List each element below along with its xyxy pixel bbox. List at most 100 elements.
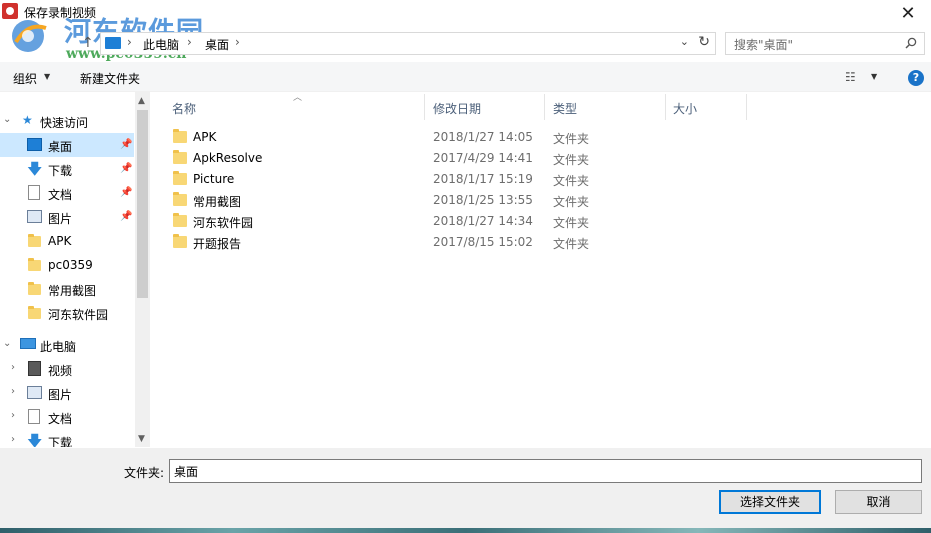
file-row[interactable]: 常用截图 2018/1/25 13:55 文件夹 [169, 190, 929, 211]
file-name: ApkResolve [193, 151, 263, 165]
column-divider[interactable] [544, 94, 545, 120]
column-divider[interactable] [424, 94, 425, 120]
picture-icon [27, 210, 42, 223]
pin-icon[interactable]: 📌 [120, 139, 132, 150]
folder-icon [173, 150, 187, 164]
organize-menu[interactable]: 组织 [13, 70, 37, 87]
expand-chevron-icon[interactable]: › [11, 362, 15, 373]
this-pc-icon [20, 338, 36, 349]
document-icon [28, 185, 40, 200]
cancel-button[interactable]: 取消 [835, 490, 922, 514]
search-icon[interactable] [905, 37, 917, 49]
expand-chevron-icon[interactable]: › [11, 434, 15, 445]
view-caret-icon[interactable]: ▼ [871, 72, 877, 81]
pin-icon[interactable]: 📌 [120, 187, 132, 198]
collapse-chevron-icon[interactable]: ⌄ [3, 338, 11, 349]
view-options-icon[interactable]: ☷ [845, 70, 856, 84]
dialog-footer: 文件夹: 桌面 选择文件夹 取消 [0, 448, 931, 528]
desktop-icon [27, 138, 42, 151]
breadcrumb-separator[interactable]: › [235, 35, 240, 49]
file-modified: 2018/1/27 14:05 [433, 130, 533, 144]
file-row[interactable]: APK 2018/1/27 14:05 文件夹 [169, 127, 929, 148]
file-name: 常用截图 [193, 195, 242, 209]
nav-scrollbar[interactable]: ▲ ▼ [135, 92, 150, 447]
breadcrumb-separator[interactable]: › [127, 35, 132, 49]
nav-item-apk[interactable]: APK [0, 229, 134, 253]
refresh-icon[interactable]: ↻ [698, 34, 710, 50]
nav-this-pc[interactable]: ⌄ 此电脑 [0, 333, 134, 357]
nav-label: 此电脑 [40, 340, 77, 354]
file-row[interactable]: 河东软件园 2018/1/27 14:34 文件夹 [169, 211, 929, 232]
video-icon [28, 361, 41, 376]
file-row[interactable]: 开题报告 2017/8/15 15:02 文件夹 [169, 232, 929, 253]
file-list: ︿ 名称 修改日期 类型 大小 APK 2018/1/27 14:05 文件夹 … [152, 92, 931, 447]
nav-label: pc0359 [48, 258, 93, 272]
nav-label: 常用截图 [48, 284, 97, 298]
breadcrumb-this-pc[interactable]: 此电脑 [143, 36, 179, 53]
nav-quick-access[interactable]: ⌄ ★ 快速访问 [0, 109, 134, 133]
scroll-up-icon[interactable]: ▲ [138, 96, 145, 106]
star-icon: ★ [22, 113, 33, 127]
nav-label: 文档 [48, 412, 73, 426]
column-divider[interactable] [665, 94, 666, 120]
folder-label: 文件夹: [124, 466, 165, 480]
address-dropdown-icon[interactable]: ⌄ [680, 35, 689, 48]
help-icon[interactable]: ? [908, 70, 924, 86]
nav-label: APK [48, 234, 72, 248]
pin-icon[interactable]: 📌 [120, 211, 132, 222]
column-header-name[interactable]: 名称 [172, 100, 196, 117]
folder-icon [173, 234, 187, 248]
address-bar[interactable]: › 此电脑 › 桌面 › ⌄ ↻ [100, 32, 716, 55]
folder-icon [173, 192, 187, 206]
select-folder-button[interactable]: 选择文件夹 [719, 490, 821, 514]
breadcrumb-desktop[interactable]: 桌面 [205, 36, 229, 53]
organize-caret-icon[interactable]: ▼ [44, 72, 50, 81]
file-name: Picture [193, 172, 235, 186]
document-icon [28, 409, 40, 424]
nav-pc-pictures[interactable]: › 图片 [0, 381, 134, 405]
scroll-down-icon[interactable]: ▼ [138, 434, 145, 444]
search-input[interactable]: 搜索"桌面" [725, 32, 925, 55]
file-type: 文件夹 [553, 216, 590, 230]
new-folder-button[interactable]: 新建文件夹 [80, 70, 140, 87]
nav-item-documents[interactable]: 文档 📌 [0, 181, 134, 205]
column-header-type[interactable]: 类型 [553, 100, 577, 117]
nav-item-pictures[interactable]: 图片 📌 [0, 205, 134, 229]
nav-label: 视频 [48, 364, 73, 378]
close-button[interactable]: ✕ [885, 0, 931, 26]
nav-item-downloads[interactable]: 🡇 下载 📌 [0, 157, 134, 181]
pin-icon[interactable]: 📌 [120, 163, 132, 174]
nav-item-pc0359[interactable]: pc0359 [0, 253, 134, 277]
file-type: 文件夹 [553, 174, 590, 188]
column-header-modified[interactable]: 修改日期 [433, 100, 481, 117]
nav-label: 快速访问 [40, 116, 89, 130]
nav-pc-videos[interactable]: › 视频 [0, 357, 134, 381]
nav-pc-documents[interactable]: › 文档 [0, 405, 134, 429]
collapse-chevron-icon[interactable]: ⌄ [3, 114, 11, 125]
nav-item-desktop[interactable]: 桌面 📌 [0, 133, 134, 157]
folder-icon [173, 213, 187, 227]
nav-label: 桌面 [48, 140, 73, 154]
file-row[interactable]: ApkResolve 2017/4/29 14:41 文件夹 [169, 148, 929, 169]
sort-ascending-icon: ︿ [293, 93, 303, 103]
address-row: ↑ › 此电脑 › 桌面 › ⌄ ↻ 搜索"桌面" [0, 30, 931, 58]
column-header-size[interactable]: 大小 [673, 100, 697, 117]
folder-name-field[interactable]: 桌面 [169, 459, 922, 483]
file-type: 文件夹 [553, 237, 590, 251]
file-row[interactable]: Picture 2018/1/17 15:19 文件夹 [169, 169, 929, 190]
column-divider[interactable] [746, 94, 747, 120]
breadcrumb-separator[interactable]: › [187, 35, 192, 49]
nav-item-screenshots[interactable]: 常用截图 [0, 277, 134, 301]
this-pc-icon [105, 37, 121, 49]
expand-chevron-icon[interactable]: › [11, 410, 15, 421]
nav-item-hedong[interactable]: 河东软件园 [0, 301, 134, 325]
nav-label: 图片 [48, 388, 73, 402]
background-strip [0, 528, 931, 533]
file-type: 文件夹 [553, 195, 590, 209]
up-arrow-icon[interactable]: ↑ [82, 35, 94, 51]
expand-chevron-icon[interactable]: › [11, 386, 15, 397]
folder-icon [28, 282, 41, 295]
scrollbar-thumb[interactable] [137, 110, 148, 298]
file-name: 开题报告 [193, 237, 242, 251]
nav-pc-downloads[interactable]: › 🡇 下载 [0, 429, 134, 447]
